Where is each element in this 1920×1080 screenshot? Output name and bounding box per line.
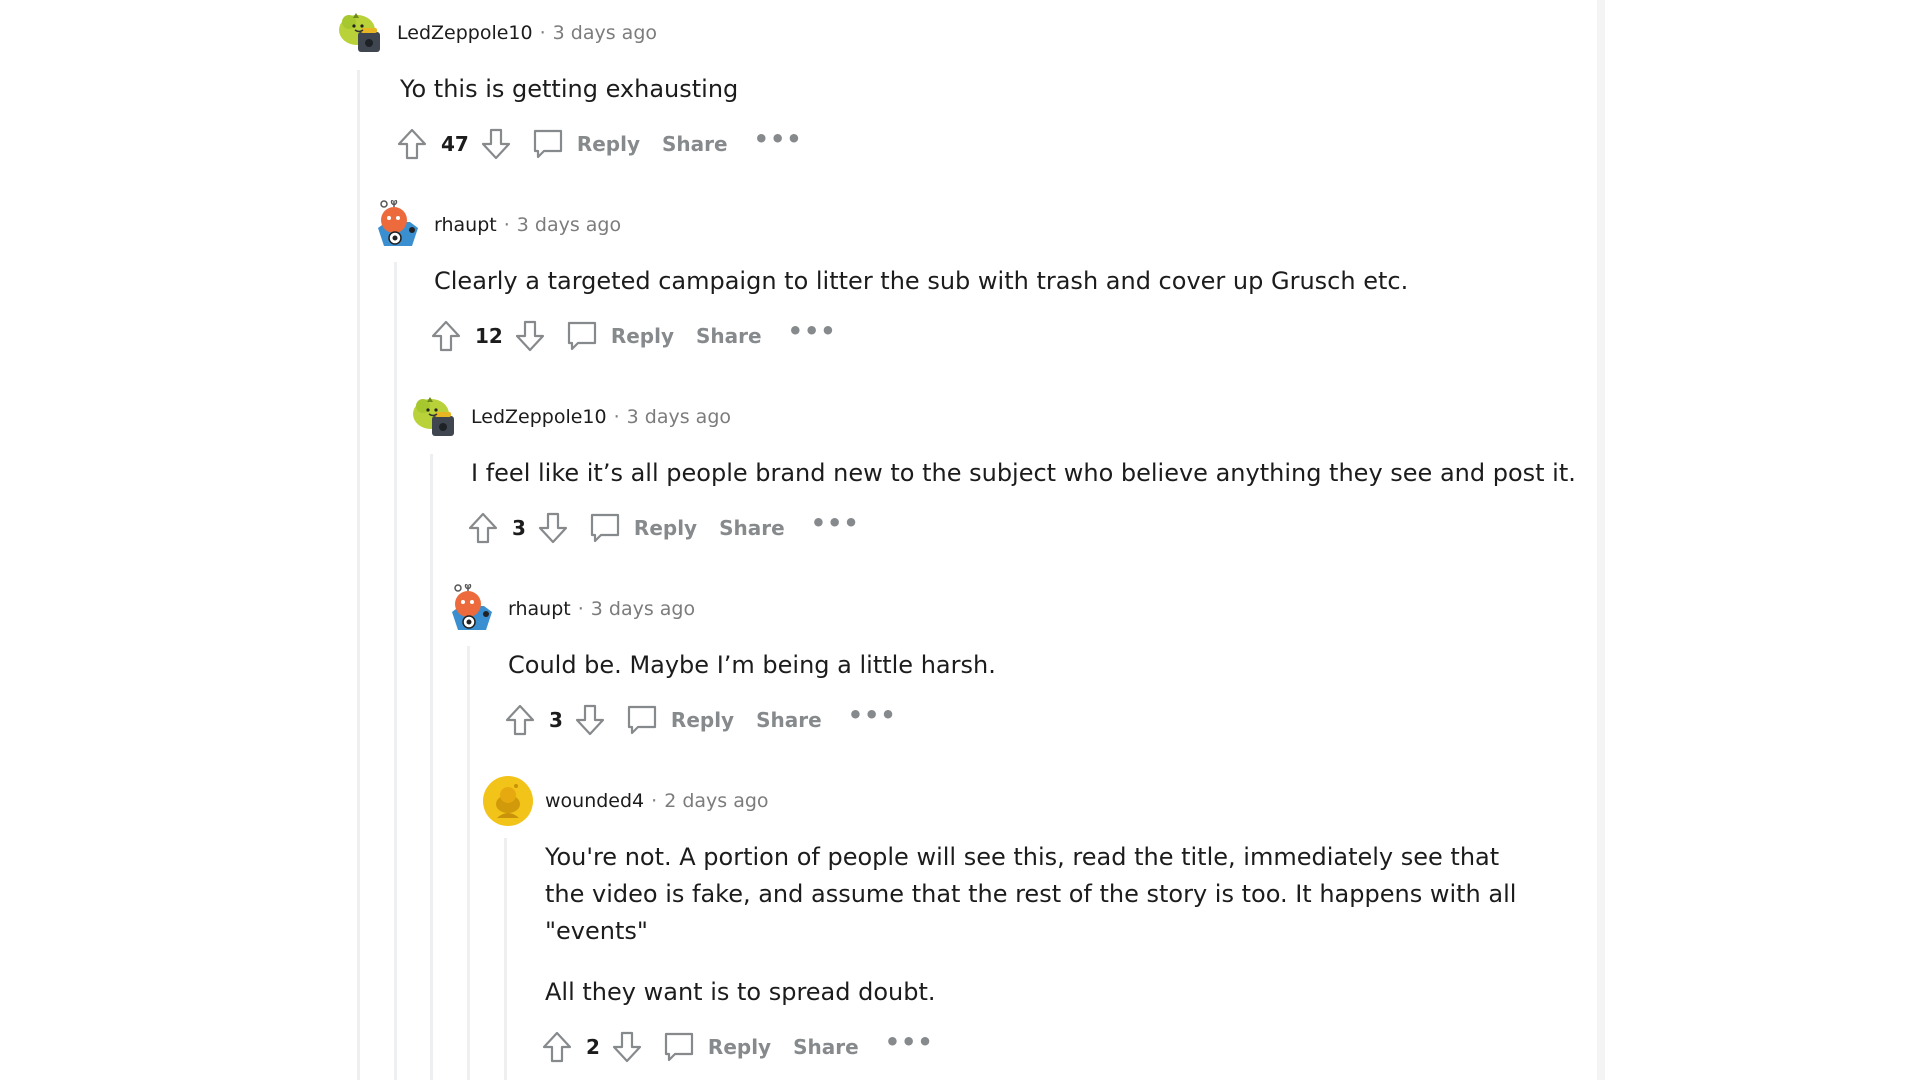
comment-header: rhaupt · 3 days ago xyxy=(372,198,1414,250)
reply-button[interactable]: Reply xyxy=(577,132,640,156)
comment: LedZeppole10 · 3 days ago I feel like it… xyxy=(409,392,1591,550)
share-button[interactable]: Share xyxy=(793,1035,859,1059)
orange-robot-avatar[interactable] xyxy=(446,582,496,634)
meta-separator: · xyxy=(503,214,510,236)
reply-button[interactable]: Reply xyxy=(634,516,697,540)
comment-bubble-icon[interactable] xyxy=(588,511,622,545)
comment-timestamp[interactable]: 3 days ago xyxy=(627,406,731,428)
upvote-arrow-icon[interactable] xyxy=(429,319,463,353)
comment-actions: 2 Reply Share ••• xyxy=(540,1025,1525,1069)
vote-score: 3 xyxy=(512,516,526,540)
vote-score: 2 xyxy=(586,1035,600,1059)
thread-rail-2[interactable] xyxy=(394,262,397,1080)
comment-header: wounded4 · 2 days ago xyxy=(483,776,1525,826)
comment-text: You're not. A portion of people will see… xyxy=(545,843,1517,945)
comment-body: I feel like it’s all people brand new to… xyxy=(471,455,1591,492)
upvote-arrow-icon[interactable] xyxy=(466,511,500,545)
comment-text: Could be. Maybe I’m being a little harsh… xyxy=(508,651,996,679)
comment-body: You're not. A portion of people will see… xyxy=(545,839,1525,1011)
comment-header: rhaupt · 3 days ago xyxy=(446,582,1488,634)
comment-thread: LedZeppole10 · 3 days ago Yo this is get… xyxy=(0,0,1920,1080)
comment-actions: 47 Reply Share ••• xyxy=(395,122,1380,166)
more-options-icon[interactable]: ••• xyxy=(848,701,897,729)
comment-author[interactable]: rhaupt xyxy=(508,598,571,620)
comment: wounded4 · 2 days ago You're not. A port… xyxy=(483,776,1525,1069)
upvote-arrow-icon[interactable] xyxy=(540,1030,574,1064)
more-options-icon[interactable]: ••• xyxy=(788,317,837,345)
thread-rail-1[interactable] xyxy=(357,70,360,1080)
comment-author[interactable]: LedZeppole10 xyxy=(471,406,607,428)
comment-timestamp[interactable]: 2 days ago xyxy=(664,790,768,812)
downvote-arrow-icon[interactable] xyxy=(610,1030,644,1064)
comment-text: I feel like it’s all people brand new to… xyxy=(471,459,1576,487)
comment-actions: 3 Reply Share ••• xyxy=(503,698,1488,742)
meta-separator: · xyxy=(613,406,620,428)
meta-separator: · xyxy=(539,22,546,44)
comment-bubble-icon[interactable] xyxy=(662,1030,696,1064)
reply-button[interactable]: Reply xyxy=(671,708,734,732)
meta-separator: · xyxy=(651,790,658,812)
meta-separator: · xyxy=(577,598,584,620)
comment-text: Clearly a targeted campaign to litter th… xyxy=(434,267,1409,295)
comment-text: Yo this is getting exhausting xyxy=(400,75,739,103)
comment-timestamp[interactable]: 3 days ago xyxy=(517,214,621,236)
comment-bubble-icon[interactable] xyxy=(565,319,599,353)
yellow-default-avatar[interactable] xyxy=(483,776,533,826)
comment: rhaupt · 3 days ago Clearly a targeted c… xyxy=(372,198,1414,358)
comment-timestamp[interactable]: 3 days ago xyxy=(553,22,657,44)
comment-author[interactable]: LedZeppole10 xyxy=(397,22,533,44)
downvote-arrow-icon[interactable] xyxy=(513,319,547,353)
comment-timestamp[interactable]: 3 days ago xyxy=(591,598,695,620)
share-button[interactable]: Share xyxy=(756,708,822,732)
comment-author[interactable]: rhaupt xyxy=(434,214,497,236)
downvote-arrow-icon[interactable] xyxy=(536,511,570,545)
comment: LedZeppole10 · 3 days ago Yo this is get… xyxy=(335,8,1380,166)
comment-body: Could be. Maybe I’m being a little harsh… xyxy=(508,647,1488,684)
vote-score: 12 xyxy=(475,324,503,348)
green-snoo-avatar[interactable] xyxy=(409,392,459,442)
comment-text: All they want is to spread doubt. xyxy=(545,978,936,1006)
comment-actions: 3 Reply Share ••• xyxy=(466,506,1591,550)
comment-bubble-icon[interactable] xyxy=(531,127,565,161)
comment-body: Yo this is getting exhausting xyxy=(400,71,1380,108)
more-options-icon[interactable]: ••• xyxy=(885,1028,934,1056)
upvote-arrow-icon[interactable] xyxy=(503,703,537,737)
comment-actions: 12 Reply Share ••• xyxy=(429,314,1414,358)
reply-button[interactable]: Reply xyxy=(611,324,674,348)
comment-author[interactable]: wounded4 xyxy=(545,790,644,812)
upvote-arrow-icon[interactable] xyxy=(395,127,429,161)
comment-bubble-icon[interactable] xyxy=(625,703,659,737)
share-button[interactable]: Share xyxy=(662,132,728,156)
more-options-icon[interactable]: ••• xyxy=(811,509,860,537)
share-button[interactable]: Share xyxy=(719,516,785,540)
downvote-arrow-icon[interactable] xyxy=(479,127,513,161)
comment: rhaupt · 3 days ago Could be. Maybe I’m … xyxy=(446,582,1488,742)
more-options-icon[interactable]: ••• xyxy=(754,125,803,153)
green-snoo-avatar[interactable] xyxy=(335,8,385,58)
orange-robot-avatar[interactable] xyxy=(372,198,422,250)
comment-header: LedZeppole10 · 3 days ago xyxy=(409,392,1591,442)
vote-score: 3 xyxy=(549,708,563,732)
downvote-arrow-icon[interactable] xyxy=(573,703,607,737)
reply-button[interactable]: Reply xyxy=(708,1035,771,1059)
comment-body: Clearly a targeted campaign to litter th… xyxy=(434,263,1414,300)
comment-header: LedZeppole10 · 3 days ago xyxy=(335,8,1380,58)
share-button[interactable]: Share xyxy=(696,324,762,348)
vote-score: 47 xyxy=(441,132,469,156)
